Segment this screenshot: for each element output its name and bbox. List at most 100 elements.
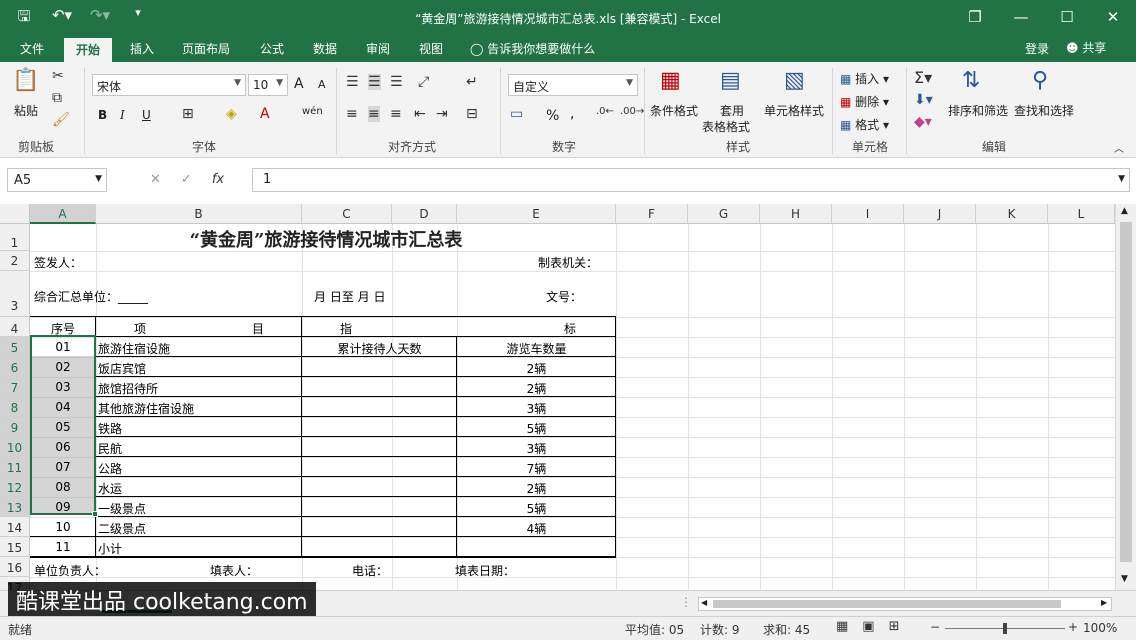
column-header-i[interactable]: I [832, 204, 904, 224]
tell-me-box[interactable]: ◯ 告诉我你想要做什么 [470, 40, 595, 57]
zoom-level[interactable]: 100% [1083, 621, 1117, 635]
normal-view-icon[interactable]: ▦ [836, 619, 848, 634]
status-sum[interactable]: 求和: 45 [763, 621, 810, 638]
paste-button[interactable]: 粘贴 [14, 102, 38, 119]
format-painter-icon[interactable]: 🖌 [52, 112, 70, 128]
serial-cell[interactable]: 11 [30, 540, 96, 554]
column-header-g[interactable]: G [688, 204, 760, 224]
share-button[interactable]: ☻ 共享 [1066, 39, 1106, 56]
bold-button[interactable]: B [98, 108, 107, 122]
zoom-slider-knob[interactable] [1003, 623, 1007, 634]
delete-cells-button[interactable]: ▦ 删除 ▾ [840, 93, 889, 110]
page-break-view-icon[interactable]: ⊞ [889, 619, 900, 634]
horizontal-scrollbar[interactable]: ◀ ▶ [698, 597, 1112, 611]
format-as-table-line2[interactable]: 表格格式 [702, 118, 750, 135]
item-name-cell[interactable]: 铁路 [98, 420, 122, 437]
column-header-a[interactable]: A [30, 204, 96, 224]
item-name-cell[interactable]: 水运 [98, 480, 122, 497]
serial-cell[interactable]: 10 [30, 520, 96, 534]
status-average[interactable]: 平均值: 05 [625, 621, 684, 638]
status-count[interactable]: 计数: 9 [700, 621, 740, 638]
scroll-up-icon[interactable]: ▲ [1121, 206, 1128, 216]
format-as-table-icon[interactable]: ▤ [720, 68, 741, 93]
scroll-down-icon[interactable]: ▼ [1121, 574, 1128, 584]
column-header-b[interactable]: B [96, 204, 302, 224]
align-center-icon[interactable]: ≡ [368, 106, 380, 122]
align-right-icon[interactable]: ≡ [390, 106, 402, 122]
tab-file[interactable]: 文件 [20, 40, 44, 57]
tab-formulas[interactable]: 公式 [260, 40, 284, 57]
format-as-table-line1[interactable]: 套用 [720, 102, 744, 119]
tab-split-icon[interactable]: ⋮ [680, 595, 692, 609]
font-name-combo[interactable]: 宋体 ▼ [92, 74, 246, 96]
scroll-left-icon[interactable]: ◀ [701, 598, 707, 607]
row-header[interactable]: 10 [0, 437, 30, 457]
bus-count-cell[interactable]: 3辆 [457, 440, 616, 457]
clear-icon[interactable]: ◆▾ [914, 114, 932, 130]
underline-button[interactable]: U [142, 108, 151, 122]
increase-indent-icon[interactable]: ⇥ [436, 106, 448, 122]
tab-home[interactable]: 开始 [64, 38, 113, 62]
worksheet-grid[interactable]: A B C D E F G H I J K L 1 2 3 4 5 6 7 8 … [0, 204, 1136, 590]
row-header[interactable]: 13 [0, 497, 30, 517]
minimize-button[interactable]: — [998, 0, 1044, 36]
borders-icon[interactable]: ⊞ [182, 106, 194, 122]
row-header[interactable]: 11 [0, 457, 30, 477]
insert-cells-button[interactable]: ▦ 插入 ▾ [840, 70, 889, 87]
bus-count-cell[interactable]: 2辆 [457, 380, 616, 397]
decrease-decimal-icon[interactable]: .00→ [620, 106, 644, 117]
bus-count-cell[interactable]: 4辆 [457, 520, 616, 537]
align-middle-icon[interactable]: ☰ [368, 74, 381, 90]
row-header[interactable]: 14 [0, 517, 30, 537]
fill-color-icon[interactable]: ◈ [226, 106, 237, 122]
row-header[interactable]: 12 [0, 477, 30, 497]
formula-input[interactable]: 1 ▼ [252, 168, 1130, 192]
zoom-in-icon[interactable]: + [1068, 620, 1078, 634]
vertical-scrollbar[interactable]: ▲ ▼ [1115, 204, 1136, 590]
item-name-cell[interactable]: 公路 [98, 460, 122, 477]
page-layout-view-icon[interactable]: ▣ [862, 619, 874, 634]
column-header-k[interactable]: K [976, 204, 1048, 224]
row-header[interactable]: 9 [0, 417, 30, 437]
grow-font-button[interactable]: A [294, 76, 304, 92]
cut-icon[interactable]: ✂ [52, 68, 64, 84]
merge-center-icon[interactable]: ⊟ [466, 106, 478, 122]
tab-review[interactable]: 审阅 [366, 40, 390, 57]
italic-button[interactable]: I [120, 108, 125, 122]
item-name-cell[interactable]: 小计 [98, 540, 122, 557]
row-header[interactable]: 2 [0, 251, 30, 271]
ribbon-display-options-icon[interactable]: ❐ [952, 0, 998, 36]
item-name-cell[interactable]: 饭店宾馆 [98, 360, 146, 377]
maximize-button[interactable]: ☐ [1044, 0, 1090, 36]
cancel-entry-button[interactable]: ✕ [150, 172, 161, 187]
column-header-f[interactable]: F [616, 204, 688, 224]
bus-count-cell[interactable]: 2辆 [457, 360, 616, 377]
item-name-cell[interactable]: 旅游住宿设施 [98, 340, 170, 357]
orientation-icon[interactable]: ⤢ [418, 74, 429, 90]
comma-button[interactable]: , [570, 106, 574, 122]
sort-filter-button[interactable]: 排序和筛选 [948, 102, 1008, 119]
currency-icon[interactable]: ▭ [510, 106, 523, 122]
conditional-format-button[interactable]: 条件格式 [650, 102, 698, 119]
row-header[interactable]: 7 [0, 377, 30, 397]
find-select-icon[interactable]: ⚲ [1032, 68, 1048, 93]
column-header-e[interactable]: E [457, 204, 616, 224]
cell-styles-button[interactable]: 单元格样式 [764, 102, 824, 119]
bus-count-cell[interactable]: 3辆 [457, 400, 616, 417]
bus-count-cell[interactable]: 7辆 [457, 460, 616, 477]
decrease-indent-icon[interactable]: ⇤ [414, 106, 426, 122]
align-left-icon[interactable]: ≡ [346, 106, 358, 122]
fill-handle[interactable] [92, 511, 98, 517]
font-size-combo[interactable]: 10 ▼ [248, 74, 288, 96]
sign-in-link[interactable]: 登录 [1025, 40, 1049, 57]
shrink-font-button[interactable]: A [318, 78, 326, 91]
confirm-entry-button[interactable]: ✓ [181, 172, 192, 187]
paste-icon[interactable]: 📋 [12, 68, 39, 93]
tab-data[interactable]: 数据 [313, 40, 337, 57]
wrap-text-icon[interactable]: ↵ [466, 74, 478, 90]
sort-filter-icon[interactable]: ⇅ [962, 68, 980, 93]
item-name-cell[interactable]: 旅馆招待所 [98, 380, 158, 397]
bus-count-cell[interactable]: 5辆 [457, 500, 616, 517]
phonetic-button[interactable]: wén [302, 106, 323, 117]
percent-button[interactable]: % [546, 108, 559, 124]
